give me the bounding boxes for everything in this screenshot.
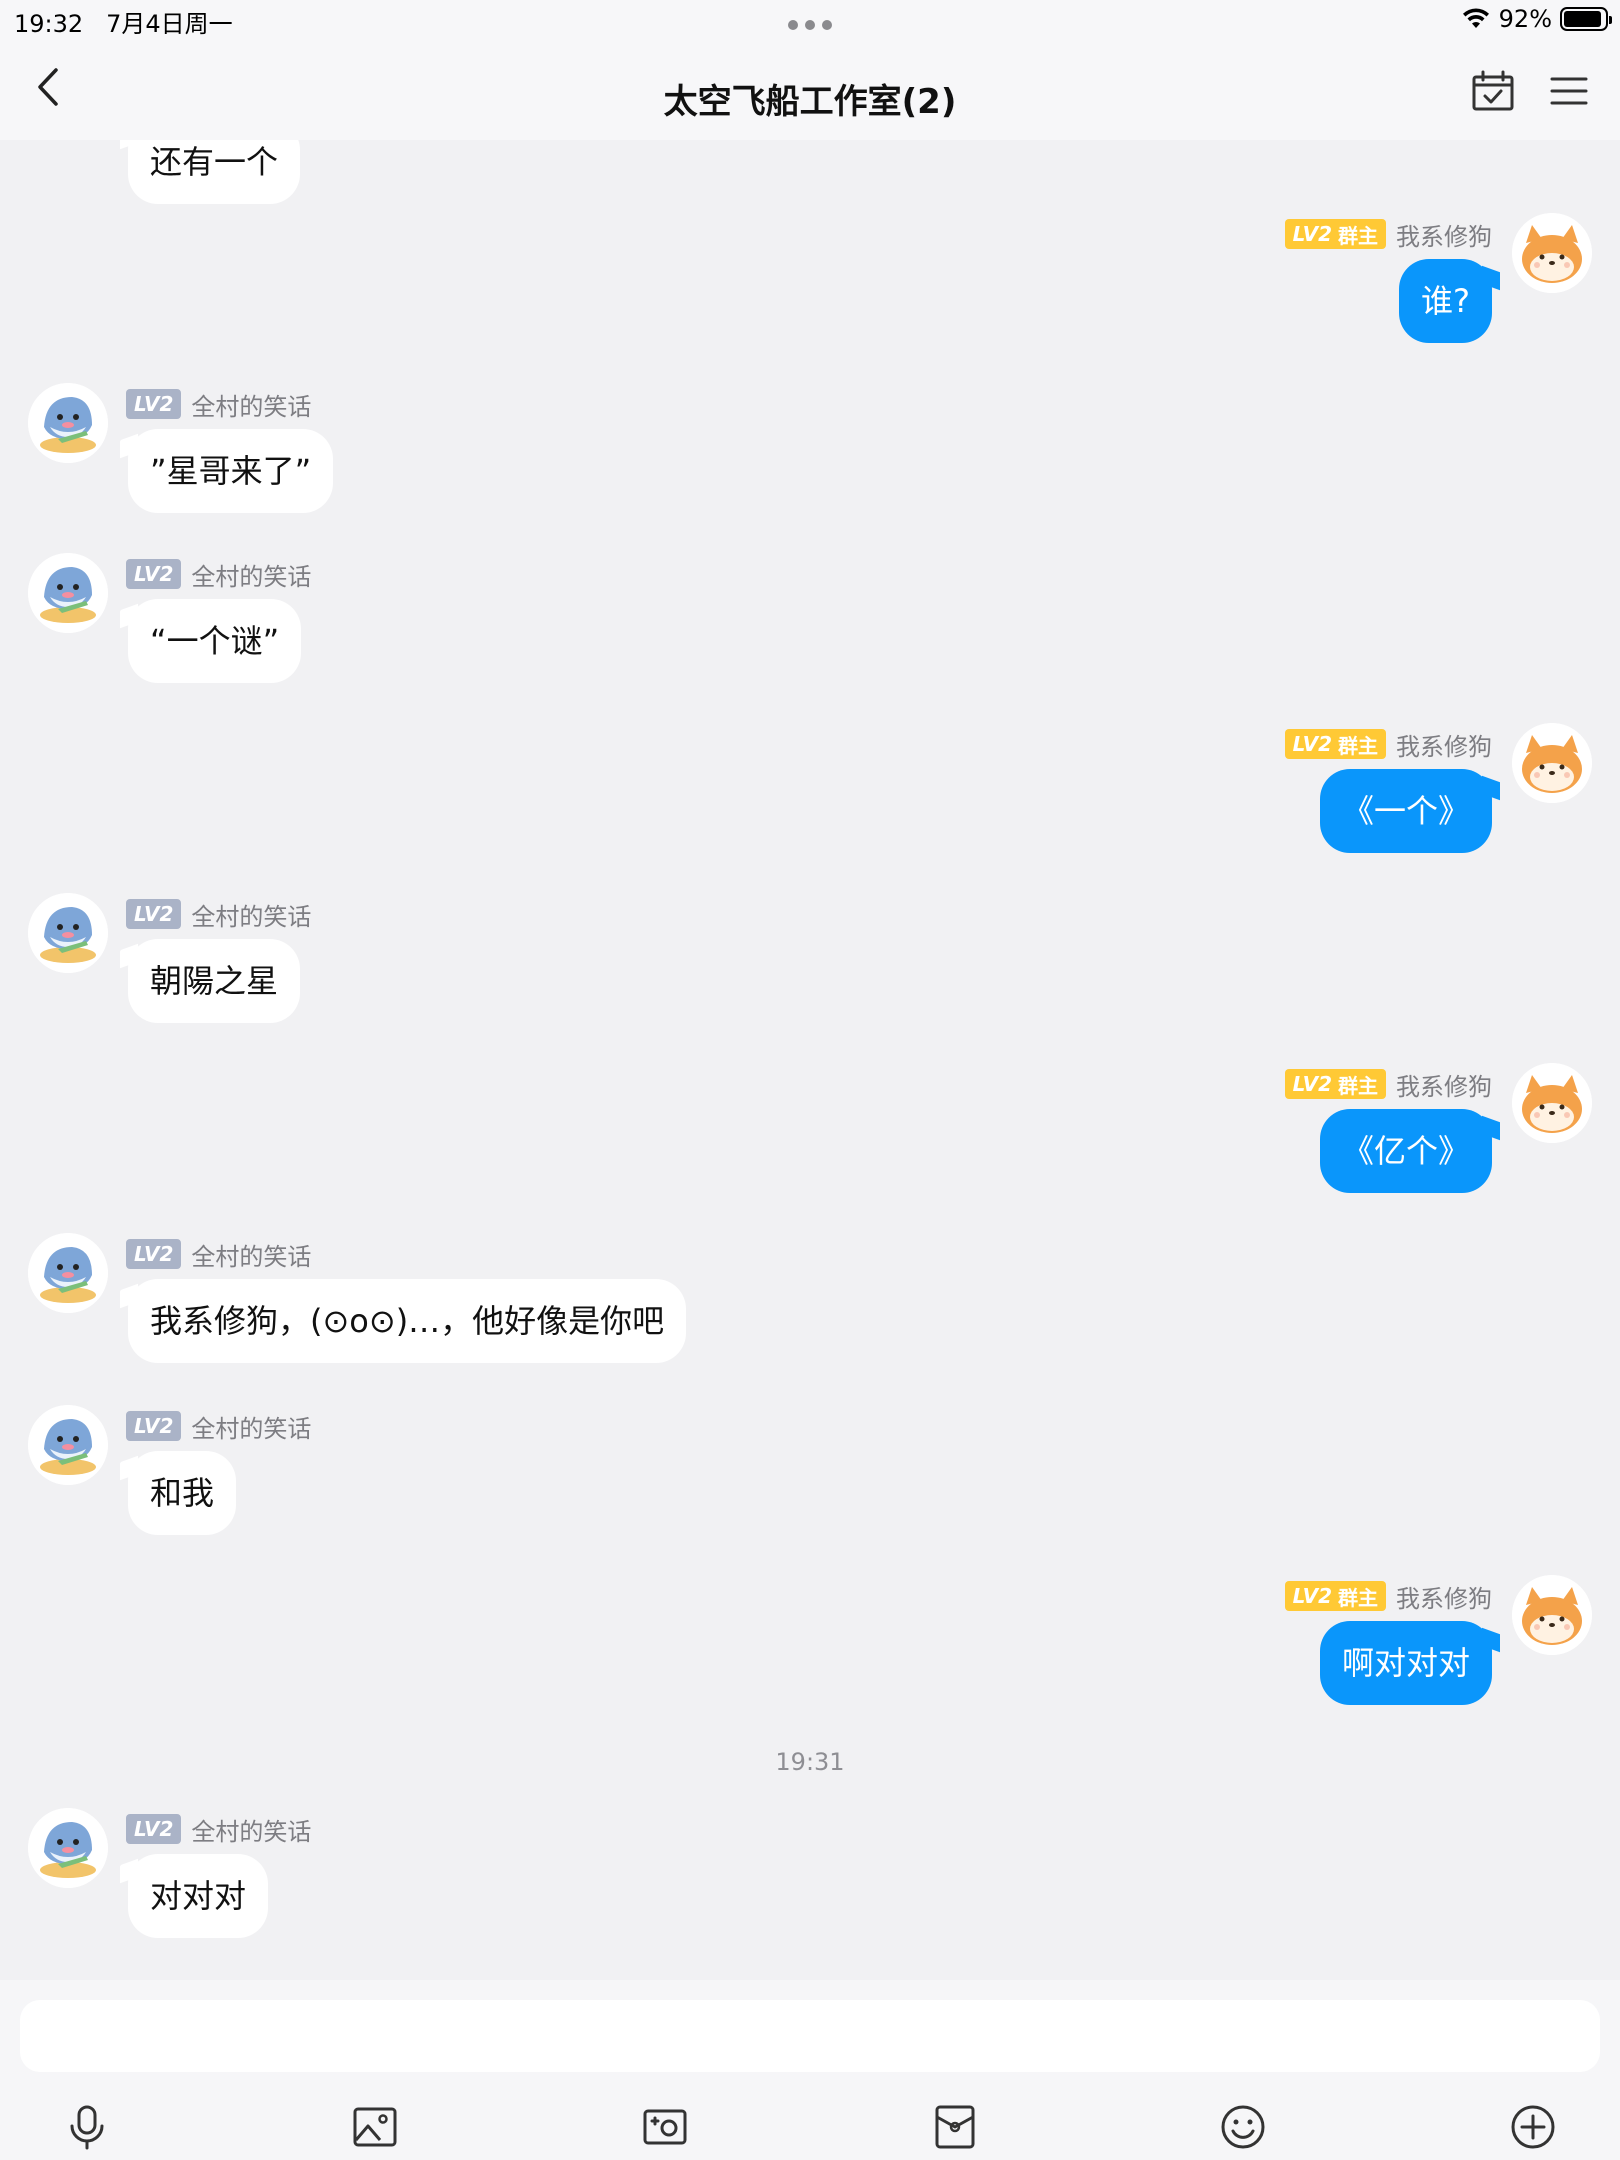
image-icon[interactable] <box>350 2102 400 2152</box>
avatar[interactable] <box>28 1233 108 1313</box>
level-badge: LV2 群主 <box>1284 1069 1386 1099</box>
sender-name: 全村的笑话 <box>191 1414 312 1443</box>
message-bubble[interactable]: 对对对 <box>128 1854 269 1938</box>
level-badge: LV2 <box>126 1411 182 1441</box>
shark-avatar-icon <box>28 1808 108 1888</box>
status-time-date: 19:32 7月4日周一 <box>14 4 233 39</box>
avatar[interactable] <box>1512 723 1592 803</box>
message-bubble[interactable]: “一个谜” <box>128 599 302 683</box>
time-divider: 19:31 <box>775 1748 845 1776</box>
status-bar: 19:32 7月4日周一 92% <box>0 0 1620 40</box>
sender-name: 全村的笑话 <box>191 562 312 591</box>
sender-name: 全村的笑话 <box>191 1817 312 1846</box>
plus-icon[interactable] <box>1508 2102 1558 2152</box>
chat-message-list[interactable]: 还有一个 LV2 群主 我系修狗 谁? LV2 全村的笑话 ”星哥来了” LV2 … <box>0 140 1620 1980</box>
message-meta: LV2 群主 我系修狗 <box>1284 1581 1492 1613</box>
camera-icon[interactable] <box>640 2102 690 2152</box>
message-meta: LV2 群主 我系修狗 <box>1284 219 1492 251</box>
avatar[interactable] <box>1512 1575 1592 1655</box>
message-bubble[interactable]: 朝陽之星 <box>128 939 301 1023</box>
red-envelope-icon[interactable] <box>930 2102 980 2152</box>
dog-avatar-icon <box>1512 723 1592 803</box>
message-meta: LV2 全村的笑话 <box>126 899 312 931</box>
emoji-icon[interactable] <box>1218 2102 1268 2152</box>
avatar[interactable] <box>1512 213 1592 293</box>
shark-avatar-icon <box>28 1233 108 1313</box>
level-badge: LV2 群主 <box>1284 1581 1386 1611</box>
dog-avatar-icon <box>1512 1575 1592 1655</box>
chat-title: 太空飞船工作室(2) <box>663 82 957 122</box>
shark-avatar-icon <box>28 553 108 633</box>
dog-avatar-icon <box>1512 1063 1592 1143</box>
sender-name: 全村的笑话 <box>191 902 312 931</box>
sender-name: 我系修狗 <box>1396 222 1492 251</box>
message-bubble[interactable]: 我系修狗，(⊙o⊙)…，他好像是你吧 <box>128 1279 687 1363</box>
dog-avatar-icon <box>1512 213 1592 293</box>
level-badge: LV2 群主 <box>1284 729 1386 759</box>
message-meta: LV2 全村的笑话 <box>126 559 312 591</box>
nav-bar: 太空飞船工作室(2) <box>0 40 1620 140</box>
message-bubble[interactable]: ”星哥来了” <box>128 429 334 513</box>
message-meta: LV2 全村的笑话 <box>126 1814 312 1846</box>
status-right: 92% <box>1461 4 1612 34</box>
level-badge: LV2 <box>126 1239 182 1269</box>
message-bubble[interactable]: 和我 <box>128 1451 237 1535</box>
avatar[interactable] <box>28 893 108 973</box>
status-time: 19:32 <box>14 10 84 38</box>
sender-name: 我系修狗 <box>1396 732 1492 761</box>
avatar[interactable] <box>28 1405 108 1485</box>
level-badge: LV2 <box>126 389 182 419</box>
avatar[interactable] <box>28 553 108 633</box>
level-badge: LV2 <box>126 899 182 929</box>
message-meta: LV2 全村的笑话 <box>126 1239 312 1271</box>
level-badge: LV2 <box>126 559 182 589</box>
avatar[interactable] <box>1512 1063 1592 1143</box>
shark-avatar-icon <box>28 383 108 463</box>
sender-name: 全村的笑话 <box>191 392 312 421</box>
message-input[interactable] <box>20 2000 1600 2072</box>
status-date: 7月4日周一 <box>106 10 233 38</box>
message-bubble[interactable]: 《一个》 <box>1319 769 1492 853</box>
message-meta: LV2 群主 我系修狗 <box>1284 729 1492 761</box>
sender-name: 我系修狗 <box>1396 1072 1492 1101</box>
message-bubble[interactable]: 还有一个 <box>128 140 301 204</box>
level-badge: LV2 群主 <box>1284 219 1386 249</box>
wifi-icon <box>1462 8 1489 28</box>
shark-avatar-icon <box>28 893 108 973</box>
sender-name: 全村的笑话 <box>191 1242 312 1271</box>
message-bubble[interactable]: 啊对对对 <box>1319 1621 1492 1705</box>
avatar[interactable] <box>28 1808 108 1888</box>
battery-percentage: 92% <box>1498 5 1552 33</box>
battery-icon <box>1560 7 1612 31</box>
microphone-icon[interactable] <box>62 2102 112 2152</box>
message-bubble[interactable]: 《亿个》 <box>1319 1109 1492 1193</box>
avatar[interactable] <box>28 383 108 463</box>
message-meta: LV2 群主 我系修狗 <box>1284 1069 1492 1101</box>
input-area <box>0 1980 1620 2160</box>
calendar-check-icon[interactable] <box>1470 68 1516 114</box>
message-meta: LV2 全村的笑话 <box>126 1411 312 1443</box>
message-bubble[interactable]: 谁? <box>1399 259 1492 343</box>
message-meta: LV2 全村的笑话 <box>126 389 312 421</box>
level-badge: LV2 <box>126 1814 182 1844</box>
sender-name: 我系修狗 <box>1396 1584 1492 1613</box>
menu-icon[interactable] <box>1548 70 1590 112</box>
shark-avatar-icon <box>28 1405 108 1485</box>
multitask-dots-icon[interactable] <box>788 20 832 30</box>
